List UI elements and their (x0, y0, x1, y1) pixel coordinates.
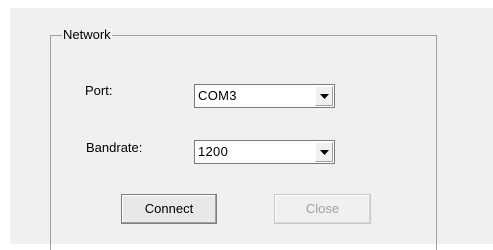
port-label: Port: (85, 83, 113, 98)
baudrate-dropdown-button[interactable] (315, 142, 333, 162)
port-dropdown-button[interactable] (315, 86, 333, 106)
baudrate-select[interactable]: 1200 (194, 140, 335, 164)
baudrate-label: Bandrate: (86, 140, 143, 155)
close-button[interactable]: Close (274, 194, 371, 224)
baudrate-select-value: 1200 (198, 144, 229, 159)
chevron-down-icon (320, 94, 329, 99)
network-group-title: Network (62, 27, 112, 43)
connect-button[interactable]: Connect (121, 194, 217, 224)
chevron-down-icon (320, 150, 329, 155)
port-select[interactable]: COM3 (194, 84, 335, 108)
port-select-value: COM3 (198, 88, 237, 103)
